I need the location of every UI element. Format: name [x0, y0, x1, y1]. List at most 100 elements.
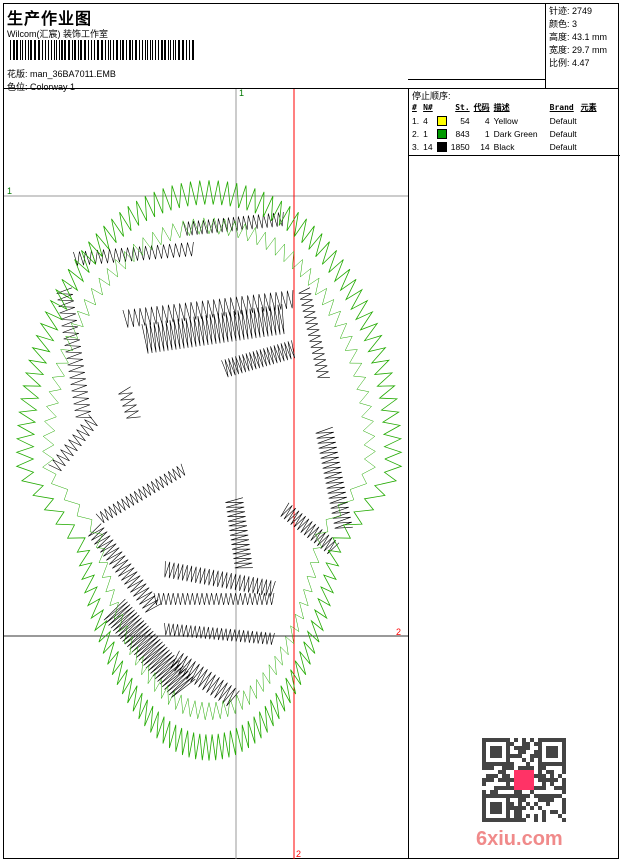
- company-name: Wilcom(汇宸) 装饰工作室: [7, 29, 108, 39]
- qr-module: [534, 814, 538, 818]
- qr-module: [538, 766, 542, 770]
- guide-label: 2: [396, 627, 401, 637]
- barcode-bar: [47, 40, 49, 60]
- stitch-run: [225, 497, 253, 569]
- barcode-bar: [30, 40, 33, 60]
- qr-module: [526, 814, 530, 818]
- qr-module: [506, 782, 510, 786]
- header: 生产作业图 Wilcom(汇宸) 装饰工作室 花版: man_36BA7011.…: [3, 3, 619, 92]
- stat-height: 高度: 43.1 mm: [549, 32, 608, 42]
- barcode-bar: [132, 40, 134, 60]
- guide-label: 2: [296, 849, 301, 859]
- stitch-run: [95, 463, 186, 524]
- barcode-bar: [80, 40, 83, 60]
- qr-module: [494, 774, 498, 778]
- qr-module: [558, 794, 562, 798]
- qr-module: [498, 818, 502, 822]
- qr-module: [482, 738, 486, 742]
- qr-module: [498, 770, 502, 774]
- qr-module: [510, 786, 514, 790]
- embroidery-canvas: 1 1 2 2: [4, 89, 408, 859]
- qr-module: [562, 810, 566, 814]
- qr-module: [550, 782, 554, 786]
- barcode-bar: [113, 40, 114, 60]
- outer-satin: [15, 180, 403, 761]
- qr-module: [550, 778, 554, 782]
- qr-module: [522, 742, 526, 746]
- qr-module: [502, 786, 506, 790]
- qr-module: [542, 738, 546, 742]
- barcode-bar: [53, 40, 55, 60]
- qr-module: [530, 758, 534, 762]
- stitch-run: [153, 592, 275, 606]
- qr-module: [498, 754, 502, 758]
- qr-module: [482, 762, 486, 766]
- qr-module: [506, 778, 510, 782]
- qr-module: [482, 806, 486, 810]
- qr-module: [482, 794, 486, 798]
- qr-module: [494, 746, 498, 750]
- stat-colors: 颜色: 3: [549, 19, 578, 29]
- qr-module: [538, 774, 542, 778]
- guide-label: 1: [7, 186, 12, 196]
- qr-module: [486, 762, 490, 766]
- qr-module: [542, 814, 546, 818]
- qr-module: [510, 778, 514, 782]
- qr-module: [494, 786, 498, 790]
- qr-module: [498, 778, 502, 782]
- qr-module: [546, 798, 550, 802]
- barcode-bar: [189, 40, 191, 60]
- barcode-bar: [22, 40, 24, 60]
- qr-module: [498, 810, 502, 814]
- qr-module: [518, 814, 522, 818]
- qr-module: [514, 806, 518, 810]
- qr-module: [502, 766, 506, 770]
- qr-module: [522, 806, 526, 810]
- qr-module: [498, 750, 502, 754]
- qr-module: [482, 814, 486, 818]
- qr-module: [494, 754, 498, 758]
- qr-module: [482, 778, 486, 782]
- qr-module: [494, 806, 498, 810]
- barcode-bar: [25, 40, 26, 60]
- qr-module: [506, 738, 510, 742]
- qr-module: [486, 818, 490, 822]
- qr-module: [510, 818, 514, 822]
- qr-module: [482, 750, 486, 754]
- barcode-bar: [110, 40, 111, 60]
- qr-module: [506, 762, 510, 766]
- stitch-run: [280, 502, 340, 555]
- qr-module: [538, 770, 542, 774]
- qr-module: [506, 742, 510, 746]
- qr-module: [562, 806, 566, 810]
- qr-module: [526, 762, 530, 766]
- barcode-bar: [93, 40, 96, 60]
- qr-module: [510, 802, 514, 806]
- qr-module: [506, 818, 510, 822]
- qr-module: [538, 778, 542, 782]
- qr-module: [494, 794, 498, 798]
- barcode-bar: [185, 40, 188, 60]
- qr-module: [518, 794, 522, 798]
- qr-module: [510, 794, 514, 798]
- qr-module: [522, 750, 526, 754]
- qr-module: [514, 818, 518, 822]
- qr-module: [542, 766, 546, 770]
- qr-module: [538, 806, 542, 810]
- color-swatch: [436, 128, 447, 139]
- qr-module: [562, 782, 566, 786]
- qr-module: [562, 742, 566, 746]
- qr-module: [562, 778, 566, 782]
- barcode-bar: [129, 40, 131, 60]
- qr-module: [510, 766, 514, 770]
- qr-module: [494, 802, 498, 806]
- qr-module: [494, 810, 498, 814]
- barcode-bar: [107, 40, 109, 60]
- qr-module: [534, 750, 538, 754]
- qr-module: [562, 786, 566, 790]
- qr-module: [510, 762, 514, 766]
- qr-module: [534, 786, 538, 790]
- qr-module: [534, 818, 538, 822]
- qr-module: [510, 742, 514, 746]
- qr-module: [550, 810, 554, 814]
